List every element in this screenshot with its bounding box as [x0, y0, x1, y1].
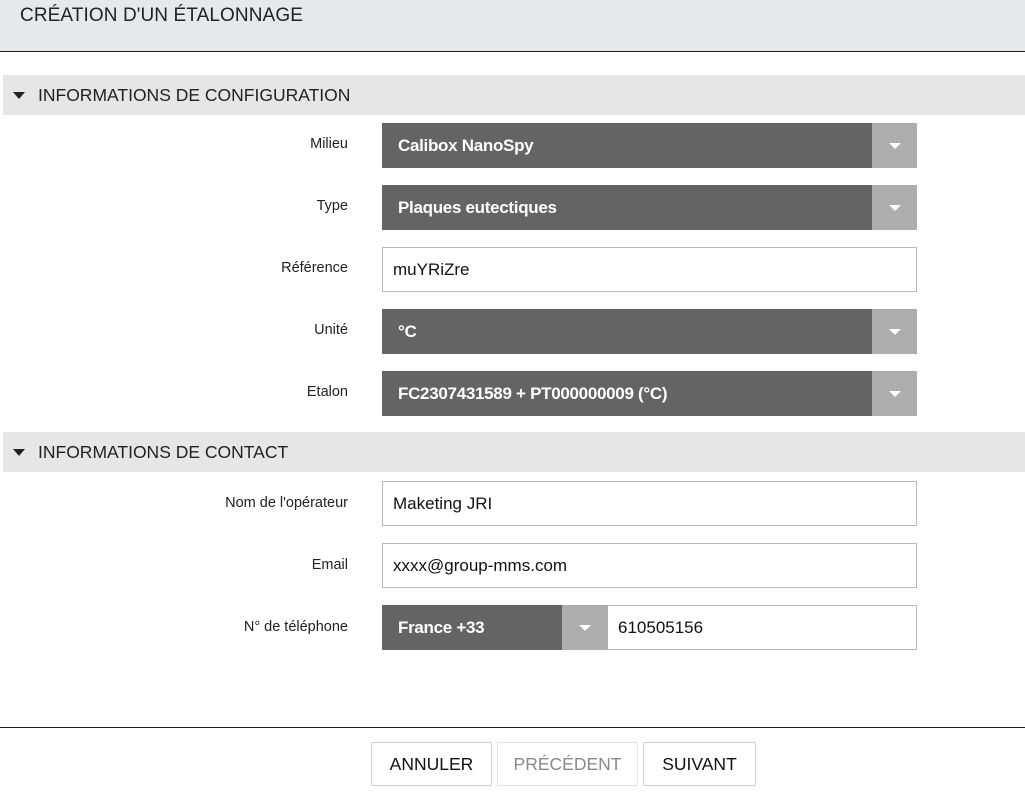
milieu-value: Calibox NanoSpy [398, 135, 534, 155]
section-contact-header[interactable]: INFORMATIONS DE CONTACT [3, 432, 1025, 472]
dialog-header: CRÉATION D'UN ÉTALONNAGE [0, 0, 1025, 52]
chevron-down-icon [579, 624, 591, 631]
next-button[interactable]: SUIVANT [643, 742, 756, 786]
reference-input[interactable] [382, 247, 917, 292]
chevron-down-icon [888, 204, 901, 211]
chevron-down-icon [888, 390, 901, 397]
reference-label: Référence [281, 260, 348, 276]
etalon-value: FC2307431589 + PT000000009 (°C) [398, 383, 668, 403]
etalon-select[interactable]: FC2307431589 + PT000000009 (°C) [382, 371, 917, 416]
type-value: Plaques eutectiques [398, 197, 557, 217]
unite-value: °C [398, 321, 417, 341]
operateur-input[interactable] [382, 481, 917, 526]
milieu-label: Milieu [310, 136, 348, 152]
unite-select[interactable]: °C [382, 309, 917, 354]
unite-dropdown-button[interactable] [872, 309, 917, 354]
section-contact-title: INFORMATIONS DE CONTACT [38, 441, 289, 462]
cancel-button[interactable]: ANNULER [371, 742, 492, 786]
etalon-dropdown-button[interactable] [872, 371, 917, 416]
country-code-dropdown-button[interactable] [562, 605, 608, 650]
previous-button[interactable]: PRÉCÉDENT [497, 742, 638, 786]
chevron-down-icon [888, 142, 901, 149]
section-config-header[interactable]: INFORMATIONS DE CONFIGURATION [3, 75, 1025, 115]
milieu-select[interactable]: Calibox NanoSpy [382, 123, 917, 168]
country-code-value: France +33 [398, 617, 485, 637]
chevron-down-icon [888, 328, 901, 335]
operateur-label: Nom de l'opérateur [225, 495, 348, 511]
caret-down-icon [13, 449, 25, 456]
type-dropdown-button[interactable] [872, 185, 917, 230]
country-code-select[interactable]: France +33 [382, 605, 608, 650]
phone-number-input[interactable] [608, 605, 917, 650]
caret-down-icon [13, 92, 25, 99]
milieu-dropdown-button[interactable] [872, 123, 917, 168]
dialog-title: CRÉATION D'UN ÉTALONNAGE [20, 5, 303, 26]
etalon-label: Etalon [306, 384, 348, 400]
footer-divider [0, 727, 1025, 728]
section-config-title: INFORMATIONS DE CONFIGURATION [38, 84, 351, 105]
email-label: Email [311, 557, 348, 573]
email-input[interactable] [382, 543, 917, 588]
telephone-label: N° de téléphone [243, 619, 348, 635]
type-label: Type [316, 198, 348, 214]
type-select[interactable]: Plaques eutectiques [382, 185, 917, 230]
unite-label: Unité [314, 322, 348, 338]
